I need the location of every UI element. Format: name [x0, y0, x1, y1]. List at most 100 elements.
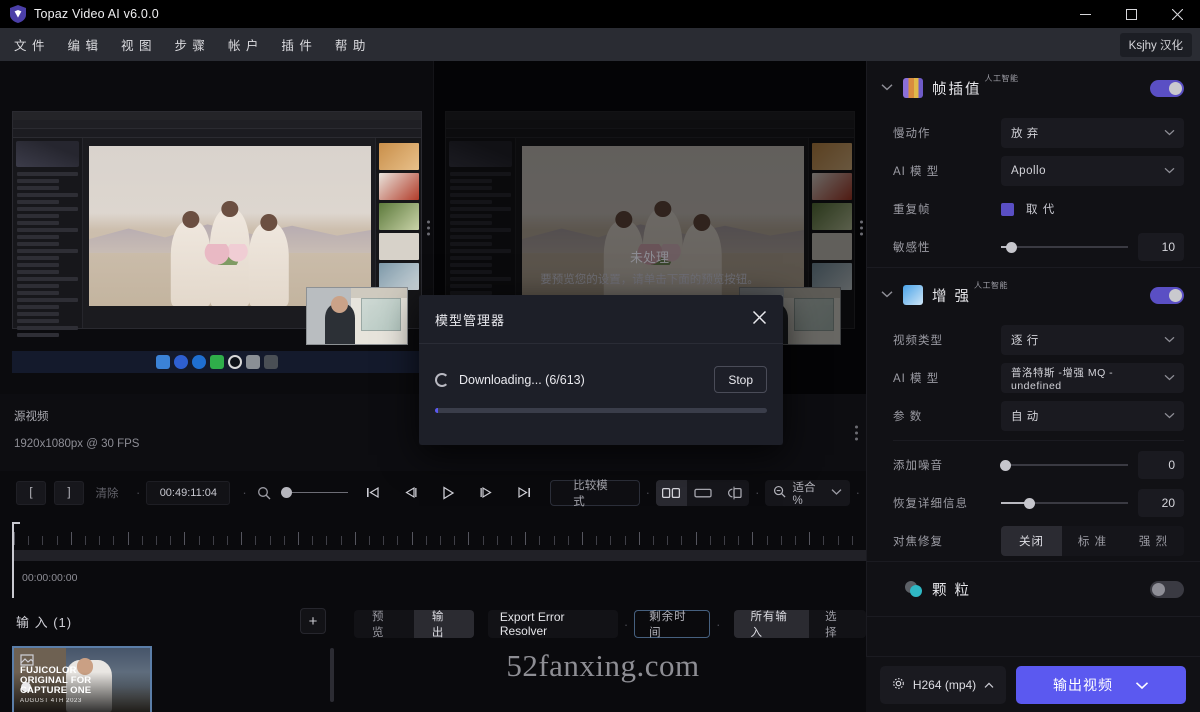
chevron-down-icon[interactable]: [831, 487, 842, 499]
menu-item-edit[interactable]: 编 辑: [67, 31, 98, 58]
section-header-grain[interactable]: 颗 粒: [867, 562, 1200, 616]
focus-fix-option-off[interactable]: 关闭: [1001, 526, 1062, 556]
overlay-line-3: CAPTURE ONE: [20, 685, 92, 696]
ai-model-select-frame-interpolation[interactable]: Apollo: [1001, 156, 1184, 186]
panel-divider: [893, 440, 1184, 441]
ruler-tick: [141, 536, 143, 545]
timecode-field[interactable]: 00:49:11:04: [146, 480, 231, 505]
recover-detail-slider[interactable]: [1001, 488, 1128, 518]
ruler-tick: [383, 536, 385, 545]
inputs-scrollbar[interactable]: [330, 648, 334, 702]
preview-pane-original[interactable]: [0, 61, 433, 394]
chevron-down-icon[interactable]: [1135, 677, 1149, 693]
menu-item-plugins[interactable]: 插 件: [281, 31, 312, 58]
tab-selection[interactable]: 选 择: [809, 610, 866, 638]
ruler-tick: [326, 536, 328, 545]
clear-marks-button[interactable]: 清除: [92, 481, 122, 505]
timeline-track[interactable]: [14, 550, 866, 561]
row-label: 视频类型: [893, 335, 943, 347]
separator-dot: ·: [716, 616, 721, 632]
step-forward-icon[interactable]: [474, 481, 498, 505]
focus-fix-option-standard[interactable]: 标 准: [1062, 526, 1123, 556]
download-progress-bar: [435, 408, 767, 413]
download-status-text: Downloading... (6/613): [459, 372, 585, 387]
menu-item-file[interactable]: 文 件: [14, 31, 45, 58]
chevron-down-icon[interactable]: [881, 82, 893, 94]
step-back-icon[interactable]: [398, 481, 422, 505]
skip-to-end-icon[interactable]: [512, 481, 536, 505]
menu-item-view[interactable]: 视 图: [121, 31, 152, 58]
video-type-select[interactable]: 逐 行: [1001, 325, 1184, 355]
sensitivity-value[interactable]: 10: [1138, 233, 1184, 261]
ruler-tick: [709, 536, 711, 545]
timeline-zoom-slider[interactable]: [281, 487, 349, 498]
mark-in-button[interactable]: [: [16, 480, 46, 505]
tab-all-inputs[interactable]: 所有输入: [734, 610, 810, 638]
zoom-out-icon[interactable]: [773, 485, 787, 501]
ruler-tick: [837, 536, 839, 545]
frame-interpolation-toggle[interactable]: [1150, 79, 1184, 97]
ruler-tick: [851, 536, 853, 545]
compare-mode-button[interactable]: 比较模式: [550, 479, 640, 508]
recover-detail-value[interactable]: 20: [1138, 489, 1184, 517]
timeline-ruler: [14, 528, 867, 550]
split-view-icon[interactable]: [718, 480, 749, 506]
minimize-icon[interactable]: [1062, 0, 1108, 28]
ruler-tick: [695, 532, 697, 545]
modal-header: 模型管理器: [419, 295, 783, 344]
vertical-dots-icon[interactable]: [855, 425, 858, 440]
section-header-enhancement[interactable]: 增 强 人工智能: [867, 268, 1200, 322]
input-thumbnail-card[interactable]: FUJICOLOR ORIGINAL FOR CAPTURE ONE AUGUS…: [12, 646, 152, 712]
focus-fix-option-strong[interactable]: 强 烈: [1123, 526, 1184, 556]
menu-item-help[interactable]: 帮 助: [335, 31, 366, 58]
plus-icon[interactable]: +: [300, 608, 326, 634]
stop-button[interactable]: Stop: [714, 366, 767, 393]
export-error-resolver-button[interactable]: Export Error Resolver: [487, 610, 618, 638]
menu-item-account[interactable]: 帐 户: [228, 31, 259, 58]
ruler-tick: [780, 536, 782, 545]
zoom-control-group[interactable]: 适合 %: [765, 479, 850, 507]
sensitivity-slider[interactable]: [1001, 232, 1128, 262]
timeline-in-marker[interactable]: [12, 522, 20, 600]
close-icon[interactable]: [1154, 0, 1200, 28]
ai-model-select-enhancement[interactable]: 普洛特斯 -增强 MQ - undefined: [1001, 363, 1184, 393]
section-header-frame-interpolation[interactable]: 帧插值 人工智能: [867, 61, 1200, 115]
codec-button[interactable]: H264 (mp4): [880, 665, 1006, 704]
grain-toggle[interactable]: [1150, 580, 1184, 598]
add-noise-value[interactable]: 0: [1138, 451, 1184, 479]
inputs-panel: 输 入 (1) + FUJICOLOR ORIGINAL FOR CAPTURE…: [0, 598, 340, 712]
vertical-dots-icon[interactable]: [427, 220, 430, 235]
play-icon[interactable]: [436, 481, 460, 505]
ruler-tick: [638, 532, 640, 545]
frame-interpolation-icon: [903, 78, 923, 98]
side-by-side-view-icon[interactable]: [655, 479, 687, 506]
chevron-down-icon[interactable]: [881, 289, 893, 301]
duplicate-frames-checkbox[interactable]: [1001, 202, 1014, 216]
tab-preview[interactable]: 预 览: [354, 610, 414, 638]
grain-icon: [903, 579, 923, 599]
ruler-tick: [795, 536, 796, 545]
close-icon[interactable]: [752, 310, 767, 329]
menu-item-steps[interactable]: 步 骤: [174, 31, 205, 58]
export-video-button[interactable]: 输出视频: [1016, 665, 1186, 704]
add-noise-slider[interactable]: [1000, 450, 1128, 480]
slow-motion-select[interactable]: 放 弃: [1001, 118, 1184, 148]
language-badge[interactable]: Ksjhy 汉化: [1119, 33, 1192, 57]
ruler-tick: [596, 536, 598, 545]
magnifier-icon[interactable]: [253, 481, 276, 505]
tab-output[interactable]: 输 出: [413, 610, 474, 638]
enhancement-toggle[interactable]: [1150, 286, 1184, 304]
skip-to-start-icon[interactable]: [360, 481, 384, 505]
single-view-icon[interactable]: [687, 480, 718, 506]
ruler-tick: [354, 532, 356, 545]
maximize-icon[interactable]: [1108, 0, 1154, 28]
vertical-dots-icon[interactable]: [860, 220, 863, 235]
remaining-time-button[interactable]: 剩余时间: [634, 610, 711, 639]
action-bar-row: 预 览 输 出 Export Error Resolver · 剩余时间 · 所…: [340, 598, 866, 639]
timeline[interactable]: 00:00:00:00: [0, 514, 867, 600]
ruler-tick: [28, 536, 30, 545]
row-sensitivity: 敏感性 10: [867, 229, 1200, 265]
section-enhancement: 增 强 人工智能 视频类型 逐 行 AI 模 型 普洛特斯 -增强 MQ - u…: [867, 268, 1200, 562]
mark-out-button[interactable]: ]: [54, 480, 84, 505]
parameters-select[interactable]: 自 动: [1001, 401, 1184, 431]
